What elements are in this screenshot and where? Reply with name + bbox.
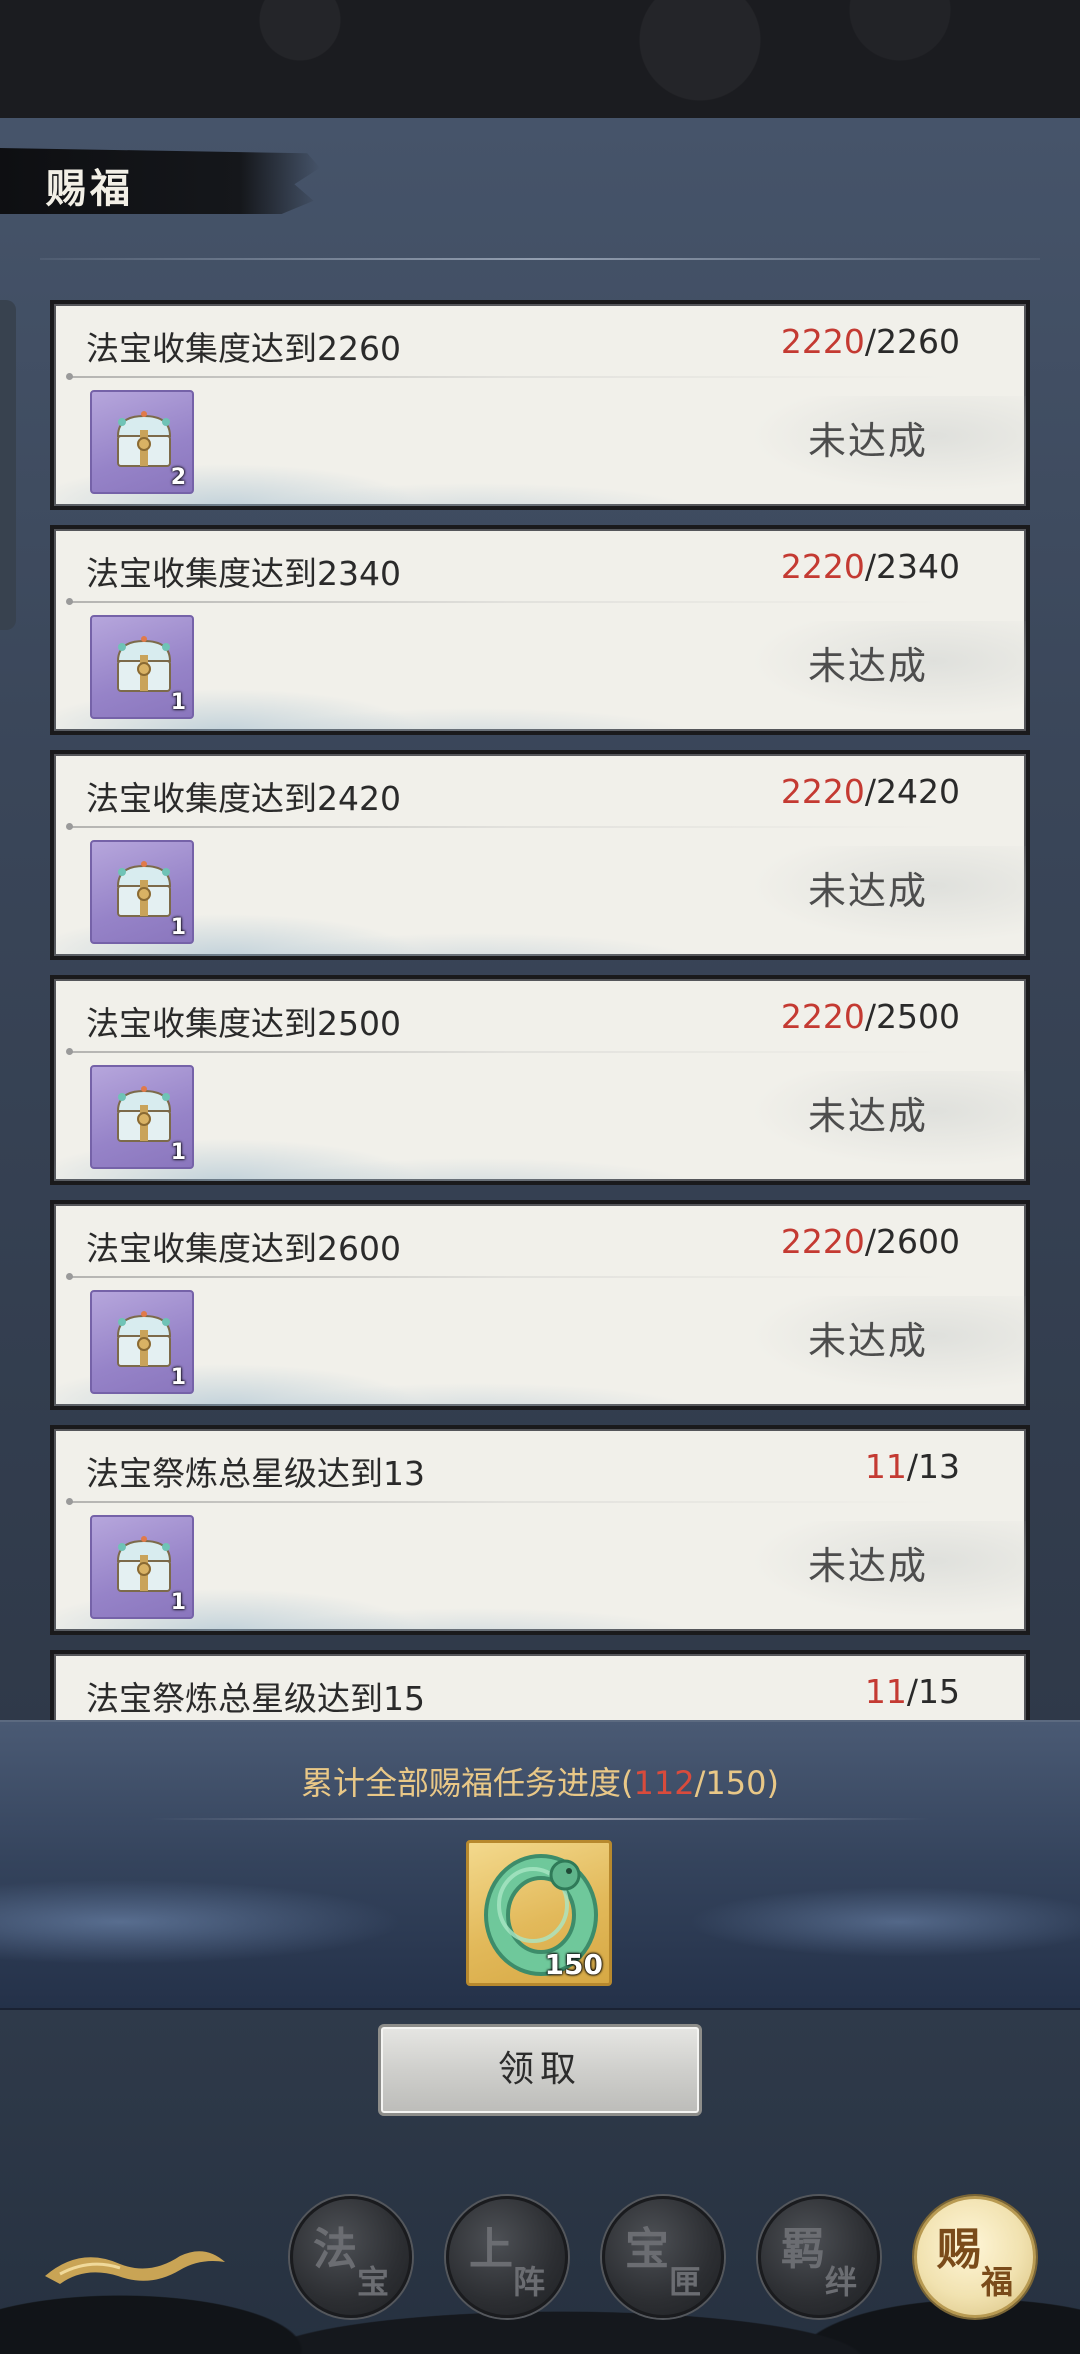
reward-item[interactable]: 1 (90, 840, 194, 944)
task-status: 未达成 (807, 1094, 928, 1138)
task-status: 未达成 (807, 419, 928, 463)
nav-button-2[interactable]: 上 阵 (446, 2196, 568, 2318)
nav-button-5[interactable]: 赐 福 (914, 2196, 1036, 2318)
nav-char-sub: 匣 (669, 2263, 702, 2301)
cumulative-current: 112 (633, 1764, 695, 1802)
task-divider (66, 373, 948, 380)
task-progress: 2220/2340 (781, 547, 960, 586)
task-progress-target: /13 (906, 1447, 960, 1486)
reward-count: 1 (170, 1365, 186, 1390)
task-progress-current: 11 (864, 1672, 907, 1711)
nav-char-main: 羁 (781, 2224, 825, 2275)
nav-button-4[interactable]: 羁 绊 (758, 2196, 880, 2318)
task-status: 未达成 (807, 644, 928, 688)
task-divider (66, 823, 948, 830)
top-banner (0, 0, 1080, 118)
claim-button[interactable]: 领取 (378, 2024, 702, 2116)
task-card: 法宝收集度达到2420 2220/2420 1 未达成 (50, 750, 1030, 960)
task-progress-target: /15 (906, 1672, 960, 1711)
task-status: 未达成 (807, 1319, 928, 1363)
page-title: 赐福 (46, 165, 134, 212)
task-card: 法宝收集度达到2260 2220/2260 2 未达成 (50, 300, 1030, 510)
task-card: 法宝祭炼总星级达到13 11/13 1 未达成 (50, 1425, 1030, 1635)
reward-count: 2 (170, 465, 186, 490)
treasure-chest-icon (116, 1536, 172, 1592)
task-progress-current: 2220 (780, 997, 865, 1036)
task-title: 法宝祭炼总星级达到15 (86, 1679, 425, 1718)
nav-char-sub: 绊 (825, 2263, 858, 2301)
task-progress: 11/13 (865, 1447, 960, 1486)
treasure-chest-icon (116, 1086, 172, 1142)
task-card: 法宝收集度达到2340 2220/2340 1 未达成 (50, 525, 1030, 735)
task-progress-current: 2220 (780, 772, 865, 811)
cumulative-progress-text: 累计全部赐福任务进度(112/150) (0, 1758, 1080, 1804)
task-title: 法宝收集度达到2420 (86, 779, 401, 818)
nav-button-3[interactable]: 宝 匣 (602, 2196, 724, 2318)
task-list[interactable]: 法宝收集度达到2260 2220/2260 2 未达成 法宝收集度达到2340 2… (0, 290, 1080, 1720)
task-card: 法宝收集度达到2500 2220/2500 1 未达成 (50, 975, 1030, 1185)
nav-char-main: 宝 (625, 2224, 669, 2275)
cumulative-target: /150) (694, 1764, 779, 1802)
golden-dragon-icon (45, 2251, 225, 2284)
task-progress: 11/15 (865, 1672, 960, 1711)
reward-count: 1 (170, 915, 186, 940)
task-progress: 2220/2420 (781, 772, 960, 811)
task-progress: 2220/2260 (781, 322, 960, 361)
nav-char-main: 法 (313, 2224, 357, 2275)
task-status: 未达成 (807, 869, 928, 913)
task-progress-target: /2420 (864, 772, 960, 811)
treasure-chest-icon (116, 861, 172, 917)
task-progress-target: /2340 (864, 547, 960, 586)
reward-item[interactable]: 1 (90, 1515, 194, 1619)
task-progress-current: 2220 (780, 322, 865, 361)
nav-char-sub: 宝 (357, 2263, 390, 2301)
reward-count: 1 (170, 690, 186, 715)
task-progress: 2220/2600 (781, 1222, 960, 1261)
nav-char-sub: 阵 (513, 2263, 546, 2301)
cumulative-reward-item[interactable]: 150 (466, 1840, 612, 1986)
task-card: 法宝收集度达到2600 2220/2600 1 未达成 (50, 1200, 1030, 1410)
task-title: 法宝收集度达到2600 (86, 1229, 401, 1268)
reward-count: 1 (170, 1590, 186, 1615)
title-divider (40, 258, 1040, 260)
reward-item[interactable]: 1 (90, 1290, 194, 1394)
treasure-chest-icon (116, 636, 172, 692)
task-progress-current: 2220 (780, 547, 865, 586)
task-title: 法宝祭炼总星级达到13 (86, 1454, 425, 1493)
cumulative-reward-count: 150 (544, 1948, 603, 1981)
nav-button-1[interactable]: 法 宝 (290, 2196, 412, 2318)
cumulative-divider (150, 1818, 930, 1820)
task-divider (66, 1273, 948, 1280)
task-divider (66, 598, 948, 605)
nav-char-main: 上 (469, 2224, 513, 2275)
task-title: 法宝收集度达到2340 (86, 554, 401, 593)
task-progress-target: /2260 (864, 322, 960, 361)
treasure-chest-icon (116, 411, 172, 467)
reward-item[interactable]: 2 (90, 390, 194, 494)
reward-count: 1 (170, 1140, 186, 1165)
task-progress-current: 11 (864, 1447, 907, 1486)
task-card: 法宝祭炼总星级达到15 11/15 (50, 1650, 1030, 1720)
nav-char-sub: 福 (981, 2263, 1014, 2301)
task-divider (66, 1498, 948, 1505)
reward-item[interactable]: 1 (90, 615, 194, 719)
task-progress-target: /2600 (864, 1222, 960, 1261)
task-divider (66, 1048, 948, 1055)
nav-char-main: 赐 (937, 2224, 981, 2275)
task-progress: 2220/2500 (781, 997, 960, 1036)
task-status: 未达成 (807, 1544, 928, 1588)
treasure-chest-icon (116, 1311, 172, 1367)
task-title: 法宝收集度达到2500 (86, 1004, 401, 1043)
task-progress-target: /2500 (864, 997, 960, 1036)
task-title: 法宝收集度达到2260 (86, 329, 401, 368)
cumulative-label: 累计全部赐福任务进度( (301, 1764, 634, 1802)
reward-item[interactable]: 1 (90, 1065, 194, 1169)
task-progress-current: 2220 (780, 1222, 865, 1261)
